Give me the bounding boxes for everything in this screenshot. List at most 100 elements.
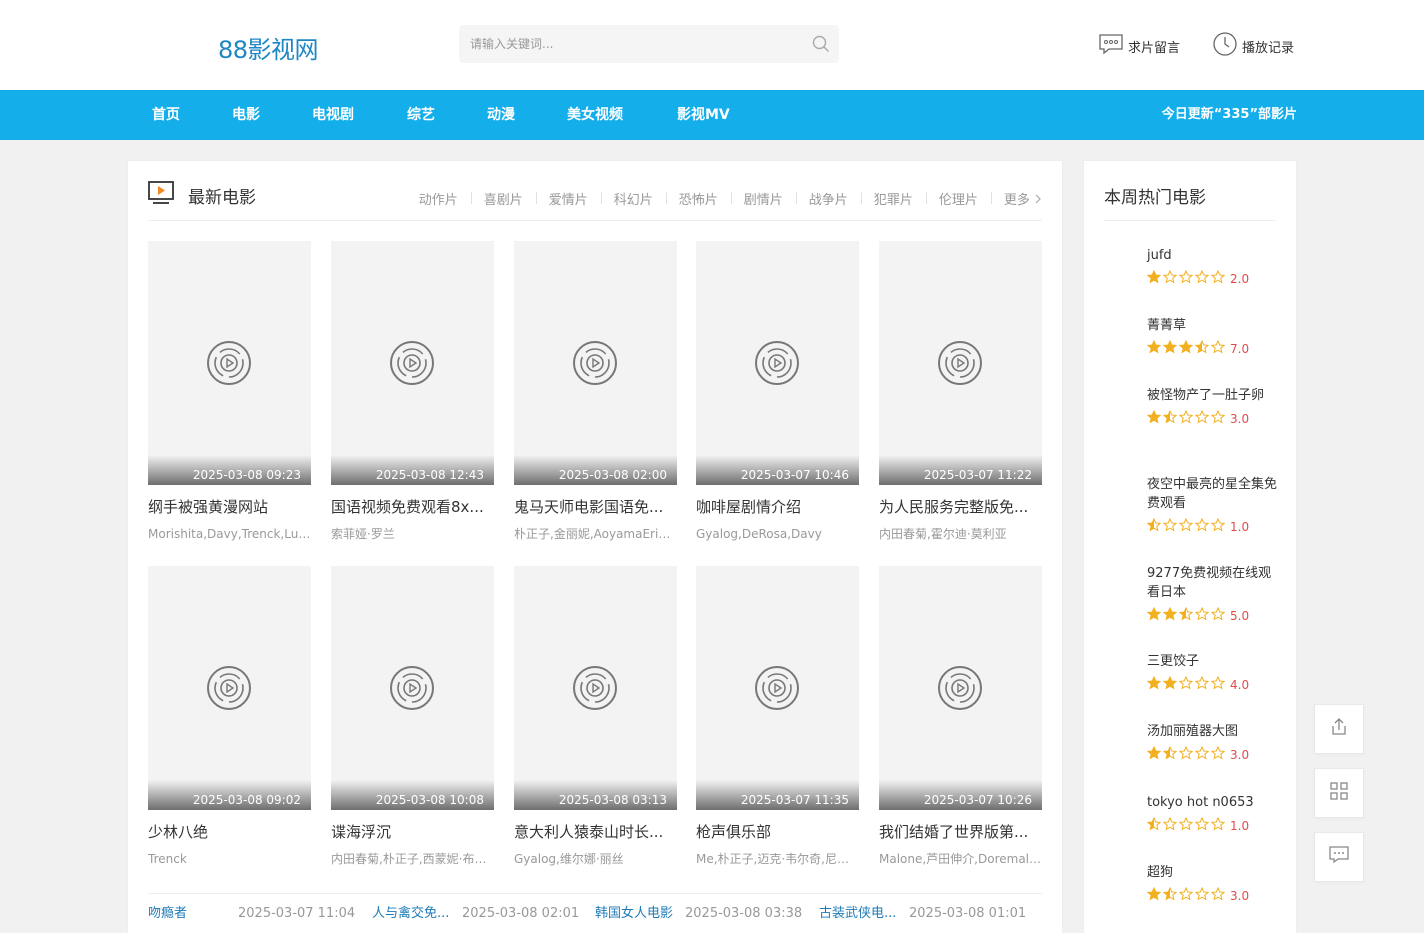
text-list-item[interactable]: 吻瘾者 2025-03-07 11:04 [148, 905, 355, 923]
movie-title[interactable]: 咖啡屋剧情介绍 [696, 497, 859, 517]
request-message-link[interactable]: 求片留言 [1098, 32, 1180, 60]
category-war[interactable]: 战争片 [795, 189, 861, 208]
hot-movie-name[interactable]: 9277免费视频在线观看日本 [1147, 564, 1282, 602]
movie-poster[interactable]: 2025-03-08 02:00 [514, 241, 677, 485]
nav-item-mv[interactable]: 影视MV [677, 90, 730, 140]
hot-movie-item[interactable]: jufd 2.0 [1146, 246, 1282, 288]
category-romance[interactable]: 爱情片 [535, 189, 601, 208]
star-icon [1210, 517, 1227, 536]
text-list-item[interactable]: 古装武侠电... 2025-03-08 01:01 [819, 905, 1026, 923]
hot-movie-name[interactable]: 夜空中最亮的星全集免费观看 [1147, 475, 1282, 513]
nav-item-tv[interactable]: 电视剧 [312, 90, 354, 140]
movie-title[interactable]: 少林八绝 [148, 822, 311, 842]
movie-card[interactable]: 2025-03-08 09:02 少林八绝 Trenck [148, 566, 311, 867]
share-button[interactable] [1314, 704, 1364, 754]
hot-movie-name[interactable]: 汤加丽殖器大图 [1147, 722, 1282, 741]
movie-poster[interactable]: 2025-03-07 11:22 [879, 241, 1042, 485]
category-comedy[interactable]: 喜剧片 [470, 189, 536, 208]
text-list-date: 2025-03-08 03:38 [685, 906, 803, 921]
movie-card[interactable]: 2025-03-08 03:13 意大利人猿泰山时长... Gyalog,维尔娜·丽… [514, 566, 677, 867]
hot-movie-item[interactable]: tokyo hot n0653 1.0 [1146, 793, 1282, 835]
movie-poster[interactable]: 2025-03-08 12:43 [331, 241, 494, 485]
qrcode-button[interactable] [1314, 768, 1364, 818]
category-action[interactable]: 动作片 [406, 189, 471, 208]
hot-movie-item[interactable]: 超狗 3.0 [1146, 863, 1282, 905]
rating-stars [1146, 409, 1227, 428]
hot-movie-name[interactable]: 三更饺子 [1147, 652, 1282, 671]
hot-movie-name[interactable]: 被怪物产了一肚子卵 [1147, 386, 1282, 405]
nav-item-anime[interactable]: 动漫 [487, 90, 515, 140]
nav-item-movies[interactable]: 电影 [232, 90, 260, 140]
movie-card[interactable]: 2025-03-07 10:26 我们结婚了世界版第... Malone,芦田伸介,… [879, 566, 1042, 867]
category-more[interactable]: 更多 [990, 189, 1042, 208]
weekly-hot-panel: 本周热门电影 jufd 2.0 菁菁草 7.0 被怪物产了一肚子卵 3.0 夜空中最亮的星全… [1083, 160, 1297, 933]
movie-title[interactable]: 意大利人猿泰山时长... [514, 822, 677, 842]
rating: 2.0 [1146, 269, 1282, 288]
text-list-item[interactable]: 人与禽交免... 2025-03-08 02:01 [372, 905, 579, 923]
hot-movie-name[interactable]: 菁菁草 [1147, 316, 1282, 335]
category-ethics[interactable]: 伦理片 [925, 189, 991, 208]
movie-card[interactable]: 2025-03-08 02:00 鬼马天师电影国语免... 朴正子,金丽妮,Aoya… [514, 241, 677, 542]
text-list-title[interactable]: 韩国女人电影 [595, 905, 683, 923]
star-icon [1162, 517, 1179, 536]
movie-card[interactable]: 2025-03-07 11:35 枪声俱乐部 Me,朴正子,迈克·韦尔奇,尼古... [696, 566, 859, 867]
hot-movie-name[interactable]: jufd [1147, 246, 1282, 265]
hot-movie-item[interactable]: 夜空中最亮的星全集免费观看 1.0 [1146, 475, 1282, 536]
text-list-title[interactable]: 吻瘾者 [148, 905, 236, 923]
comment-button[interactable] [1314, 832, 1364, 882]
category-drama[interactable]: 剧情片 [730, 189, 796, 208]
hot-movie-item[interactable]: 9277免费视频在线观看日本 5.0 [1146, 564, 1282, 625]
movie-title[interactable]: 纲手被强黄漫网站 [148, 497, 311, 517]
main-nav: 首页 电影 电视剧 综艺 动漫 美女视频 影视MV 今日更新“335”部影片 [0, 90, 1424, 140]
movie-poster[interactable]: 2025-03-07 10:46 [696, 241, 859, 485]
hot-movie-item[interactable]: 汤加丽殖器大图 3.0 [1146, 722, 1282, 764]
nav-item-variety[interactable]: 综艺 [407, 90, 435, 140]
rating: 5.0 [1146, 606, 1282, 625]
star-icon [1194, 409, 1211, 428]
text-movie-list: 吻瘾者 2025-03-07 11:04 人与禽交免... 2025-03-08… [148, 893, 1042, 933]
search-input[interactable] [459, 25, 799, 63]
movie-cast: 内田春菊,霍尔迪·莫利亚 [879, 527, 1007, 541]
movie-title[interactable]: 枪声俱乐部 [696, 822, 859, 842]
hot-movie-item[interactable]: 菁菁草 7.0 [1146, 316, 1282, 358]
rating-stars [1146, 517, 1227, 536]
movie-title[interactable]: 国语视频免费观看8x... [331, 497, 494, 517]
text-list-item[interactable]: 韩国女人电影 2025-03-08 03:38 [595, 905, 802, 923]
nav-item-home[interactable]: 首页 [152, 90, 180, 140]
star-icon [1210, 886, 1227, 905]
hot-movie-name[interactable]: tokyo hot n0653 [1147, 793, 1282, 812]
text-list-date: 2025-03-07 11:04 [238, 906, 356, 921]
hot-movie-item[interactable]: 三更饺子 4.0 [1146, 652, 1282, 694]
movie-title[interactable]: 鬼马天师电影国语免... [514, 497, 677, 517]
movie-poster[interactable]: 2025-03-08 10:08 [331, 566, 494, 810]
play-history-link[interactable]: 播放记录 [1212, 32, 1294, 60]
site-logo[interactable]: 88影视网 [218, 30, 319, 65]
movie-poster[interactable]: 2025-03-07 10:26 [879, 566, 1042, 810]
movie-card[interactable]: 2025-03-07 10:46 咖啡屋剧情介绍 Gyalog,DeRosa,Dav… [696, 241, 859, 542]
category-crime[interactable]: 犯罪片 [860, 189, 926, 208]
movie-poster[interactable]: 2025-03-08 09:23 [148, 241, 311, 485]
text-list-title[interactable]: 人与禽交免... [372, 905, 460, 923]
movie-card[interactable]: 2025-03-08 12:43 国语视频免费观看8x... 索菲娅·罗兰 [331, 241, 494, 542]
movie-poster[interactable]: 2025-03-08 03:13 [514, 566, 677, 810]
movie-poster[interactable]: 2025-03-07 11:35 [696, 566, 859, 810]
rating-score: 3.0 [1230, 411, 1250, 426]
movie-title[interactable]: 谍海浮沉 [331, 822, 494, 842]
hot-movie-name[interactable]: 超狗 [1147, 863, 1282, 882]
movie-title[interactable]: 为人民服务完整版免... [879, 497, 1042, 517]
hot-movie-item[interactable]: 被怪物产了一肚子卵 3.0 [1146, 386, 1282, 428]
movie-poster[interactable]: 2025-03-08 09:02 [148, 566, 311, 810]
movie-title[interactable]: 我们结婚了世界版第... [879, 822, 1042, 842]
text-list-title[interactable]: 古装武侠电... [819, 905, 907, 923]
movie-card[interactable]: 2025-03-08 10:08 谍海浮沉 内田春菊,朴正子,西蒙妮·布奇... [331, 566, 494, 867]
movie-card[interactable]: 2025-03-08 09:23 纲手被强黄漫网站 Morishita,Davy,T… [148, 241, 311, 542]
rating-score: 1.0 [1230, 519, 1250, 534]
search-icon[interactable] [811, 34, 831, 54]
star-icon [1146, 816, 1163, 835]
movie-card[interactable]: 2025-03-07 11:22 为人民服务完整版免... 内田春菊,霍尔迪·莫利亚 [879, 241, 1042, 542]
category-scifi[interactable]: 科幻片 [600, 189, 666, 208]
star-icon [1146, 517, 1163, 536]
nav-item-beauty-video[interactable]: 美女视频 [567, 90, 623, 140]
play-disc-icon [206, 340, 252, 386]
category-horror[interactable]: 恐怖片 [665, 189, 731, 208]
